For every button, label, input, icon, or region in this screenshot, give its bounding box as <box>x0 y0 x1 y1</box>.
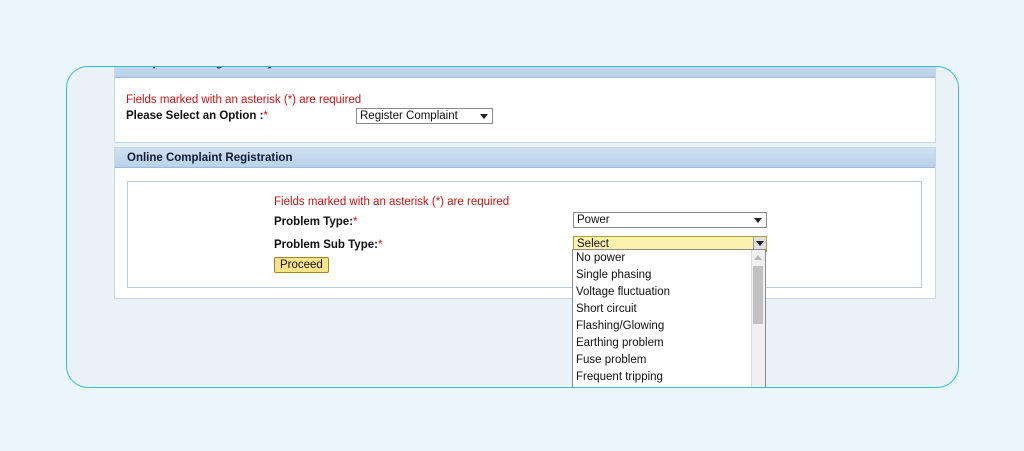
required-asterisk: * <box>377 239 383 251</box>
option-label: Please Select an Option :* <box>126 110 268 122</box>
problem-type-label: Problem Type:* <box>274 216 358 228</box>
online-registration-panel: Online Complaint Registration Fields mar… <box>114 147 936 299</box>
proceed-button[interactable]: Proceed <box>274 257 329 273</box>
dropdown-scrollbar[interactable] <box>751 250 765 387</box>
dropdown-options: No power Single phasing Voltage fluctuat… <box>573 250 765 386</box>
option-label-text: Please Select an Option : <box>126 110 264 122</box>
dropdown-option[interactable]: Earthing problem <box>573 335 765 352</box>
page-frame: Complaint Management System Fields marke… <box>66 66 959 388</box>
dropdown-option[interactable]: Voltage fluctuation <box>573 284 765 301</box>
chevron-down-icon <box>480 114 488 119</box>
option-select[interactable]: Register Complaint <box>356 108 493 124</box>
dropdown-option[interactable]: Single phasing <box>573 267 765 284</box>
chevron-down-icon <box>754 218 762 223</box>
problem-sub-type-dropdown[interactable]: No power Single phasing Voltage fluctuat… <box>572 249 766 387</box>
required-asterisk: * <box>263 110 268 122</box>
panel-title: Complaint Management System <box>115 67 935 78</box>
dropdown-option[interactable]: Fuse problem <box>573 352 765 369</box>
required-note: Fields marked with an asterisk (*) are r… <box>274 196 510 208</box>
scroll-up-arrow-icon[interactable] <box>754 255 762 260</box>
problem-sub-type-label-text: Problem Sub Type: <box>274 239 378 251</box>
complaint-management-panel: Complaint Management System Fields marke… <box>114 67 936 143</box>
required-note: Fields marked with an asterisk (*) are r… <box>126 94 362 106</box>
dropdown-option[interactable]: Short circuit <box>573 301 765 318</box>
problem-type-select[interactable]: Power <box>573 212 767 228</box>
registration-form: Fields marked with an asterisk (*) are r… <box>127 181 922 288</box>
required-asterisk: * <box>353 216 358 228</box>
panel-title: Online Complaint Registration <box>115 148 935 168</box>
dropdown-option[interactable]: Frequent tripping <box>573 369 765 386</box>
option-select-value: Register Complaint <box>360 110 458 122</box>
dropdown-option[interactable]: Flashing/Glowing <box>573 318 765 335</box>
problem-sub-type-label: Problem Sub Type:* <box>274 239 382 251</box>
scrollbar-thumb[interactable] <box>753 266 763 324</box>
problem-type-label-text: Problem Type: <box>274 216 354 228</box>
dropdown-option[interactable]: No power <box>573 250 765 267</box>
problem-type-value: Power <box>577 214 610 226</box>
